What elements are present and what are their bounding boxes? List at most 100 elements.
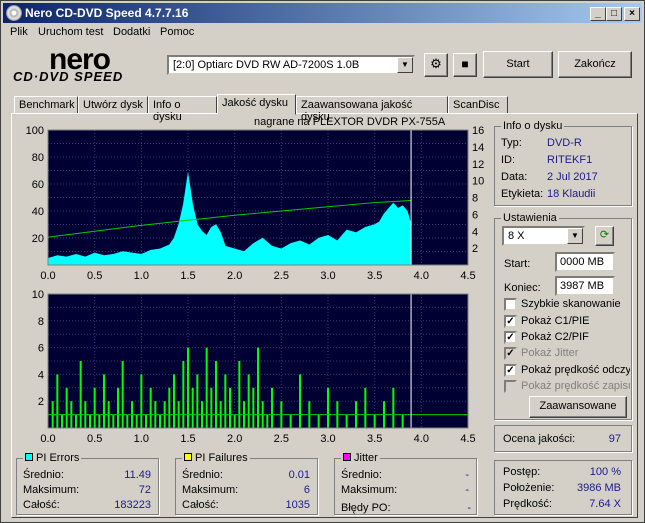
- speed-select[interactable]: 8 X ▼: [502, 226, 585, 246]
- close-button[interactable]: ×: [624, 7, 640, 21]
- pi-failures-total-label: Całość:: [182, 499, 219, 511]
- quality-score-value: 97: [608, 433, 621, 445]
- y-tick-label: 6: [38, 343, 44, 355]
- menu-bar: Plik Uruchom test Dodatki Pomoc: [3, 24, 642, 42]
- refresh-speed-button[interactable]: ⟳: [595, 226, 614, 246]
- x-tick-label: 1.0: [134, 270, 149, 282]
- pi-failures-max-label: Maksimum:: [182, 484, 239, 496]
- y2-tick-label: 12: [472, 159, 484, 171]
- pi-errors-max-value: 72: [138, 484, 151, 496]
- show-c2-pif-checkbox[interactable]: ✓ Pokaż C2/PIF: [504, 331, 630, 345]
- y-tick-label: 8: [38, 316, 44, 328]
- pi-failures-bar: [266, 414, 269, 428]
- menu-uruchom-test[interactable]: Uruchom test: [38, 26, 103, 38]
- disc-type-label: Typ:: [501, 137, 522, 149]
- menu-plik[interactable]: Plik: [10, 26, 28, 38]
- pi-failures-bar: [65, 387, 68, 428]
- y2-tick-label: 2: [472, 243, 478, 255]
- pi-errors-swatch: [25, 453, 33, 461]
- pi-failures-bar: [173, 374, 175, 428]
- drive-info-button[interactable]: ⚙: [424, 53, 448, 77]
- pi-failures-bar: [252, 387, 255, 428]
- menu-dodatki[interactable]: Dodatki: [113, 26, 150, 38]
- y-tick-label: 2: [38, 396, 44, 408]
- end-mb-input[interactable]: 3987 MB: [555, 276, 615, 296]
- y2-tick-label: 6: [472, 209, 478, 221]
- tab-benchmark[interactable]: Benchmark: [14, 96, 78, 114]
- tab-jakosc-dysku[interactable]: Jakość dysku: [217, 94, 296, 115]
- pi-failures-bar: [247, 374, 250, 428]
- chevron-down-icon[interactable]: ▼: [567, 228, 583, 244]
- show-write-speed-checkbox: Pokaż prędkość zapisu: [504, 380, 630, 394]
- tab-utworz-dysk[interactable]: Utwórz dysk: [78, 96, 148, 114]
- pi-failures-bar: [117, 387, 119, 428]
- pi-failures-bar: [98, 414, 101, 428]
- quick-scan-checkbox[interactable]: Szybkie skanowanie: [504, 298, 630, 312]
- progress-label: Postęp:: [503, 466, 541, 478]
- pi-errors-max-label: Maksimum:: [23, 484, 80, 496]
- po-errors-value: -: [467, 502, 471, 514]
- disc-label-label: Etykieta:: [501, 188, 544, 200]
- chevron-down-icon[interactable]: ▼: [397, 57, 413, 73]
- po-errors-label: Błędy PO:: [341, 502, 391, 514]
- pi-errors-total-label: Całość:: [23, 499, 60, 511]
- pi-failures-bar: [103, 374, 105, 428]
- jitter-title: Jitter: [341, 452, 380, 464]
- disc-id-value: RITEKF1: [547, 154, 593, 166]
- y-tick-label: 10: [32, 289, 44, 301]
- pi-failures-bar: [182, 361, 185, 428]
- save-icon: ■: [461, 57, 469, 71]
- x-tick-label: 2.0: [227, 270, 242, 282]
- pi-failures-bar: [168, 387, 171, 428]
- y-tick-label: 40: [32, 206, 44, 218]
- show-jitter-checkbox: ✓ Pokaż Jitter: [504, 347, 630, 361]
- pi-failures-bar: [345, 414, 348, 428]
- title-bar: Nero CD-DVD Speed 4.7.7.16 _ □ ×: [3, 3, 642, 23]
- tab-scandisc[interactable]: ScanDisc: [448, 96, 508, 114]
- tab-zaawansowana-jakosc[interactable]: Zaawansowana jakość dysku: [296, 96, 448, 123]
- maximize-button[interactable]: □: [606, 7, 622, 21]
- jitter-swatch: [343, 453, 351, 461]
- pi-failures-avg-label: Średnio:: [182, 469, 223, 481]
- pi-failures-bar: [205, 347, 208, 428]
- disc-date-value: 2 Jul 2017: [547, 171, 598, 183]
- advanced-button[interactable]: Zaawansowane: [529, 396, 627, 418]
- pi-failures-bar: [224, 374, 227, 428]
- drive-select[interactable]: [2:0] Optiarc DVD RW AD-7200S 1.0B ▼: [167, 55, 415, 75]
- minimize-button[interactable]: _: [590, 7, 606, 21]
- exit-button[interactable]: Zakończ: [558, 51, 632, 78]
- pi-failures-chart: 0.0 0.5 1.0 1.5 2.0 2.5 3.0 3.5 4.0 4.5 2 4 6 8 10: [32, 289, 476, 445]
- x-tick-label: 2.0: [227, 433, 242, 445]
- pi-errors-group: PI Errors Średnio: 11.49 Maksimum: 72 Ca…: [16, 452, 159, 515]
- y2-tick-label: 10: [472, 176, 484, 188]
- disc-info-title: Info o dysku: [501, 120, 565, 132]
- pi-failures-bar: [191, 387, 194, 428]
- x-tick-label: 4.5: [460, 433, 475, 445]
- start-button[interactable]: Start: [483, 51, 553, 78]
- pi-failures-bar: [149, 387, 152, 428]
- x-tick-label: 3.0: [320, 433, 335, 445]
- start-mb-input[interactable]: 0000 MB: [555, 252, 615, 272]
- refresh-icon: ⟳: [599, 229, 610, 241]
- pi-failures-bar: [215, 361, 217, 428]
- pi-errors-title: PI Errors: [23, 452, 82, 464]
- x-tick-label: 2.5: [274, 270, 289, 282]
- show-c1-pie-checkbox[interactable]: ✓ Pokaż C1/PIE: [504, 315, 630, 329]
- disc-type-value: DVD-R: [547, 137, 582, 149]
- pi-failures-bar: [145, 414, 147, 428]
- disc-label-value: 18 Klaudii: [547, 188, 596, 200]
- x-tick-label: 0.5: [87, 433, 102, 445]
- show-read-speed-checkbox[interactable]: ✓ Pokaż prędkość odczy: [504, 364, 630, 378]
- x-tick-label: 2.5: [274, 433, 289, 445]
- y-tick-label: 60: [32, 179, 44, 191]
- disc-id-label: ID:: [501, 154, 516, 166]
- save-button[interactable]: ■: [453, 53, 477, 77]
- pi-failures-title: PI Failures: [182, 452, 250, 464]
- disc-date-label: Data:: [501, 171, 528, 183]
- tab-info-o-dysku[interactable]: Info o dysku: [148, 96, 217, 123]
- pi-failures-bar: [364, 387, 367, 428]
- pi-failures-bar: [89, 414, 91, 428]
- speed-value: 7.64 X: [589, 498, 621, 510]
- menu-pomoc[interactable]: Pomoc: [160, 26, 194, 38]
- y-tick-label: 20: [32, 233, 44, 245]
